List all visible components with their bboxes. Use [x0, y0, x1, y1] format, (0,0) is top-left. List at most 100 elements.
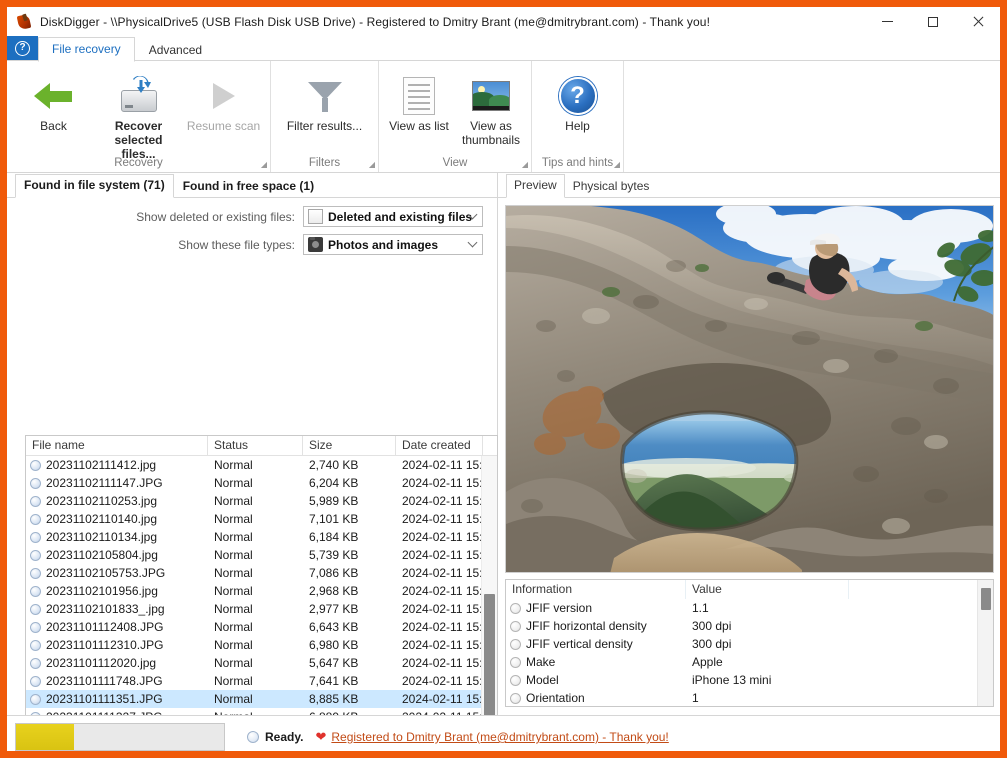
- registration-link[interactable]: Registered to Dmitry Brant (me@dmitrybra…: [331, 730, 668, 744]
- column-header-date-created[interactable]: Date created: [396, 436, 483, 455]
- table-row[interactable]: 20231102111412.jpg Normal 2,740 KB 2024-02-…: [26, 456, 497, 474]
- tab-found-in-free-space[interactable]: Found in free space (1): [174, 175, 323, 198]
- resume-scan-button[interactable]: Resume scan: [181, 65, 266, 133]
- metadata-body: JFIF version 1.1 JFIF horizontal density 30…: [506, 599, 993, 706]
- filter-row-deleted-existing: Show deleted or existing files: Deleted …: [7, 206, 483, 227]
- cell-size: 8,885 KB: [309, 692, 359, 706]
- metadata-key: JFIF horizontal density: [506, 619, 686, 633]
- cell-size: 6,184 KB: [309, 530, 359, 544]
- cell-status: Normal: [214, 620, 253, 634]
- cell-status: Normal: [214, 476, 253, 490]
- ribbon-group-recovery-label: Recovery ◢: [7, 157, 270, 172]
- cell-file-name: 20231102110140.jpg: [26, 512, 208, 526]
- view-dialog-launcher-icon[interactable]: ◢: [522, 160, 528, 169]
- table-row[interactable]: 20231102110253.jpg Normal 5,989 KB 2024-02-…: [26, 492, 497, 510]
- filters-dialog-launcher-icon[interactable]: ◢: [369, 160, 375, 169]
- table-row[interactable]: 20231102101956.jpg Normal 2,968 KB 2024-02-…: [26, 582, 497, 600]
- file-name-text: 20231101112310.JPG: [46, 638, 164, 652]
- table-row[interactable]: 20231102111147.JPG Normal 6,204 KB 2024-02-…: [26, 474, 497, 492]
- table-row[interactable]: 20231102105804.jpg Normal 5,739 KB 2024-02-…: [26, 546, 497, 564]
- file-name-text: 20231102110134.jpg: [46, 530, 157, 544]
- column-header-value[interactable]: Value: [686, 580, 849, 599]
- table-row[interactable]: 20231101112310.JPG Normal 6,980 KB 2024-02-…: [26, 636, 497, 654]
- help-circle-icon: ?: [558, 73, 597, 119]
- tips-dialog-launcher-icon[interactable]: ◢: [614, 160, 620, 169]
- cell-status: Normal: [214, 602, 253, 616]
- table-row[interactable]: 20231102101833_.jpg Normal 2,977 KB 2024-02…: [26, 600, 497, 618]
- metadata-row[interactable]: JFIF vertical density 300 dpi: [506, 635, 993, 653]
- close-button[interactable]: [955, 7, 1000, 36]
- cell-file-name: 20231102110253.jpg: [26, 494, 208, 508]
- view-as-list-button[interactable]: View as list: [383, 65, 455, 133]
- file-name-text: 20231102111147.JPG: [46, 476, 163, 490]
- file-icon: [30, 459, 41, 471]
- cell-file-name: 20231102111147.JPG: [26, 476, 208, 490]
- help-button[interactable]: ? Help: [536, 65, 619, 133]
- recovery-dialog-launcher-icon[interactable]: ◢: [261, 160, 267, 169]
- tab-file-recovery[interactable]: File recovery: [38, 37, 135, 62]
- arch-photo-svg: [506, 206, 993, 572]
- metadata-row[interactable]: JFIF horizontal density 300 dpi: [506, 617, 993, 635]
- cell-size: 6,204 KB: [309, 476, 359, 490]
- property-icon: [510, 656, 521, 668]
- cell-size: 6,643 KB: [309, 620, 359, 634]
- cell-status: Normal: [214, 566, 253, 580]
- status-icon: [247, 731, 259, 743]
- file-types-dropdown[interactable]: Photos and images: [303, 234, 483, 255]
- table-row[interactable]: 20231102105753.JPG Normal 7,086 KB 2024-02-…: [26, 564, 497, 582]
- tab-physical-bytes[interactable]: Physical bytes: [565, 175, 658, 198]
- metadata-value: 300 dpi: [692, 637, 732, 651]
- recover-selected-files-button[interactable]: Recover selected files...: [96, 65, 181, 161]
- column-header-size[interactable]: Size: [303, 436, 396, 455]
- minimize-button[interactable]: [865, 7, 910, 36]
- column-header-status[interactable]: Status: [208, 436, 303, 455]
- column-header-information[interactable]: Information: [506, 580, 686, 599]
- metadata-row[interactable]: Make Apple: [506, 653, 993, 671]
- file-list-vertical-scrollbar[interactable]: [481, 456, 497, 751]
- table-row[interactable]: 20231102110134.jpg Normal 6,184 KB 2024-02-…: [26, 528, 497, 546]
- deleted-existing-dropdown[interactable]: Deleted and existing files: [303, 206, 483, 227]
- table-row[interactable]: 20231102110140.jpg Normal 7,101 KB 2024-02-…: [26, 510, 497, 528]
- window-title: DiskDigger - \\PhysicalDrive5 (USB Flash…: [40, 14, 711, 29]
- metadata-scroll-thumb[interactable]: [981, 588, 991, 610]
- metadata-row[interactable]: JFIF version 1.1: [506, 599, 993, 617]
- table-row[interactable]: 20231101111351.JPG Normal 8,885 KB 2024-02-…: [26, 690, 497, 708]
- metadata-vertical-scrollbar[interactable]: [977, 580, 993, 706]
- metadata-grid[interactable]: Information Value JFIF version 1.1 JFIF ho…: [505, 579, 994, 707]
- results-pane: Found in file system (71) Found in free …: [7, 173, 498, 751]
- metadata-value: 300 dpi: [692, 619, 732, 633]
- metadata-row[interactable]: Model iPhone 13 mini: [506, 671, 993, 689]
- tab-preview[interactable]: Preview: [506, 174, 565, 198]
- maximize-icon: [927, 16, 938, 27]
- cell-date-created: 2024-02-11 15:: [402, 458, 483, 472]
- cell-status: Normal: [214, 584, 253, 598]
- file-name-text: 20231101112020.jpg: [46, 656, 157, 670]
- cell-status: Normal: [214, 692, 253, 706]
- ribbon-group-filters: Filter results... Filters ◢: [271, 61, 379, 172]
- back-button[interactable]: Back: [11, 65, 96, 133]
- tab-found-in-file-system[interactable]: Found in file system (71): [15, 174, 174, 198]
- table-row[interactable]: 20231101112408.JPG Normal 6,643 KB 2024-02-…: [26, 618, 497, 636]
- app-root: DiskDigger - \\PhysicalDrive5 (USB Flash…: [0, 0, 1007, 758]
- view-as-thumbnails-button[interactable]: View as thumbnails: [455, 65, 527, 147]
- file-list[interactable]: File name Status Size Date created 20231…: [25, 435, 498, 751]
- file-list-body: 20231102111412.jpg Normal 2,740 KB 2024-02-…: [26, 456, 497, 751]
- file-menu-button[interactable]: ?: [7, 36, 38, 61]
- cell-date-created: 2024-02-11 15:: [402, 476, 483, 490]
- ribbon-group-tips: ? Help Tips and hints ◢: [532, 61, 624, 172]
- cell-status: Normal: [214, 494, 253, 508]
- file-icon: [30, 495, 41, 507]
- file-name-text: 20231102101956.jpg: [46, 584, 158, 598]
- file-icon: [30, 621, 41, 633]
- cell-file-name: 20231101112408.JPG: [26, 620, 208, 634]
- file-list-scroll-thumb[interactable]: [484, 594, 495, 724]
- document-icon: [308, 209, 323, 224]
- main-content: Found in file system (71) Found in free …: [7, 173, 1000, 751]
- filter-results-button[interactable]: Filter results...: [275, 65, 374, 133]
- table-row[interactable]: 20231101112020.jpg Normal 5,647 KB 2024-02-…: [26, 654, 497, 672]
- tab-advanced[interactable]: Advanced: [135, 38, 216, 62]
- metadata-row[interactable]: Orientation 1: [506, 689, 993, 706]
- table-row[interactable]: 20231101111748.JPG Normal 7,641 KB 2024-02-…: [26, 672, 497, 690]
- column-header-file-name[interactable]: File name: [26, 436, 208, 455]
- maximize-button[interactable]: [910, 7, 955, 36]
